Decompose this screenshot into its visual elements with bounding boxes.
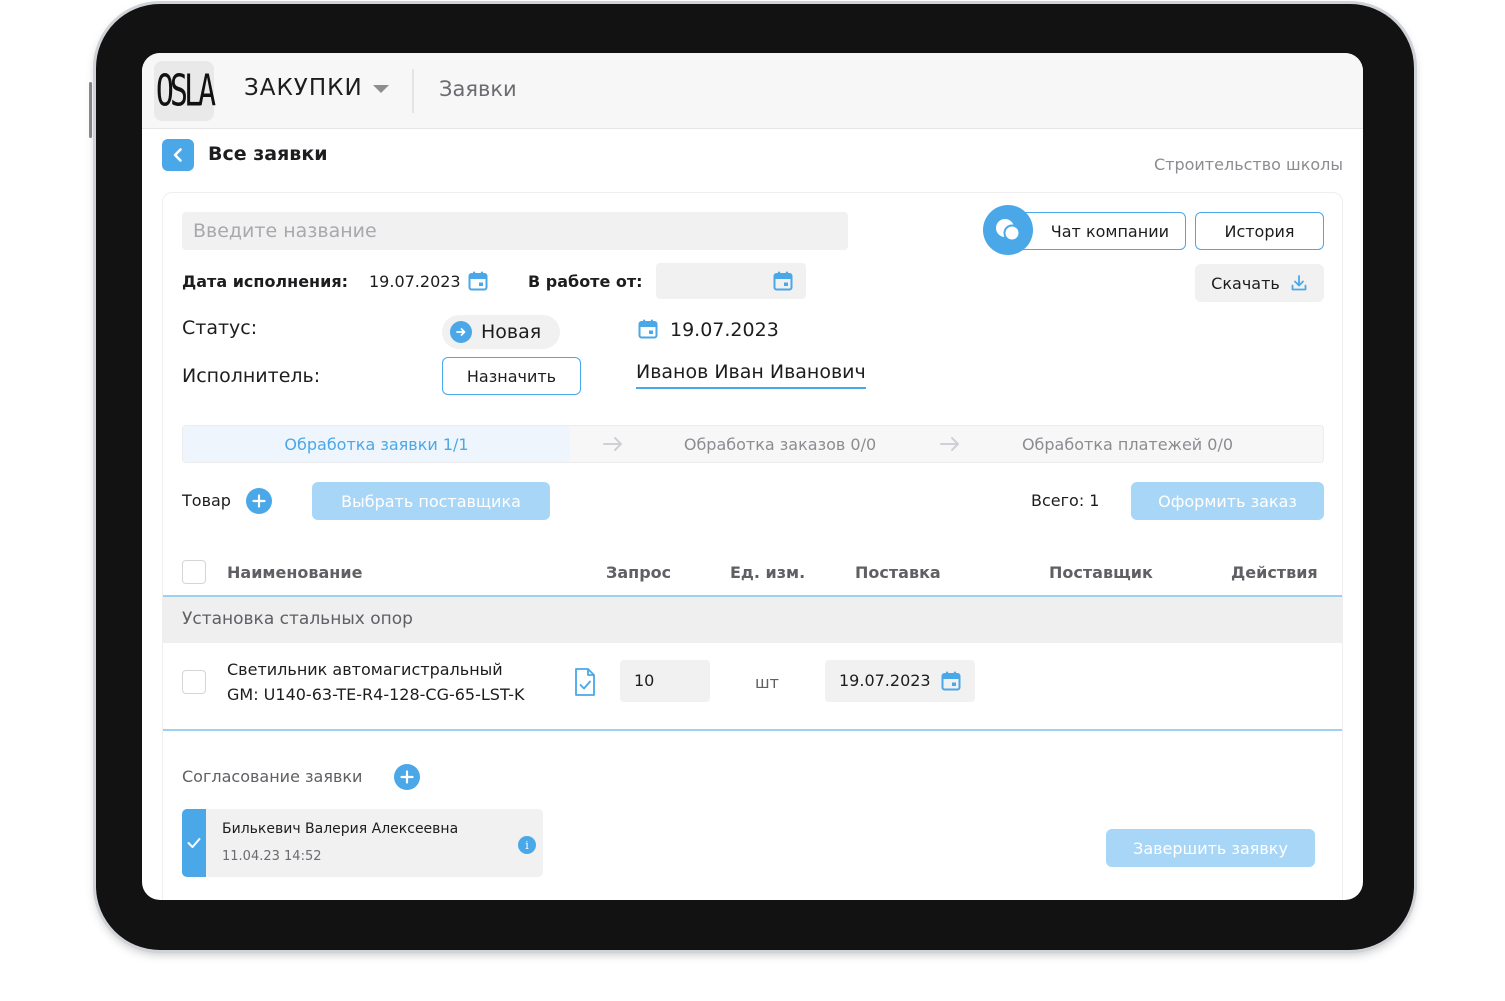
- approver-card[interactable]: Билькевич Валерия Алексеевна 11.04.23 14…: [182, 809, 543, 877]
- arrow-right-icon: [940, 437, 959, 451]
- assign-button[interactable]: Назначить: [442, 357, 581, 395]
- group-label: Установка стальных опор: [182, 609, 413, 629]
- history-button[interactable]: История: [1195, 212, 1324, 250]
- status-value: Новая: [481, 321, 542, 343]
- product-label: Товар: [182, 491, 231, 510]
- download-icon: [1291, 275, 1307, 291]
- item-name-line2: GM: U140-63-TE-R4-128-CG-65-LST-K: [227, 685, 525, 704]
- column-actions: Действия: [1231, 563, 1318, 582]
- app-screen: OSLA ЗАКУПКИ Заявки Все заявки Строитель…: [142, 53, 1363, 900]
- company-chat-button[interactable]: Чат компании: [1008, 212, 1186, 250]
- in-work-label: В работе от:: [528, 272, 643, 291]
- approver-name: Билькевич Валерия Алексеевна: [222, 821, 459, 837]
- unit-value: шт: [755, 673, 779, 692]
- delivery-date-value: 19.07.2023: [839, 671, 931, 690]
- calendar-icon[interactable]: [940, 670, 962, 692]
- table-row: Светильник автомагистральный GM: U140-63…: [163, 643, 1342, 731]
- chat-icon[interactable]: [983, 205, 1033, 255]
- request-card: Чат компании История Скачать Дата исполн…: [162, 192, 1343, 900]
- due-date-label: Дата исполнения:: [182, 272, 348, 291]
- download-button[interactable]: Скачать: [1195, 264, 1324, 302]
- status-badge[interactable]: Новая: [442, 315, 560, 349]
- arrow-right-icon: [603, 437, 622, 451]
- page-title: Все заявки: [208, 143, 328, 165]
- document-check-icon[interactable]: [573, 667, 597, 697]
- in-work-date-field[interactable]: [656, 263, 806, 299]
- module-label: ЗАКУПКИ: [244, 75, 363, 101]
- download-label: Скачать: [1211, 273, 1280, 293]
- caret-down-icon: [372, 85, 389, 93]
- quantity-field[interactable]: 10: [620, 660, 710, 702]
- status-date: 19.07.2023: [670, 319, 779, 341]
- tablet-side-button: [89, 82, 92, 138]
- approval-label: Согласование заявки: [182, 767, 363, 786]
- calendar-icon: [638, 319, 658, 339]
- module-dropdown[interactable]: ЗАКУПКИ: [244, 75, 389, 101]
- info-icon[interactable]: i: [518, 836, 536, 854]
- back-button[interactable]: [162, 139, 194, 171]
- header-divider: [412, 69, 414, 113]
- chat-bubbles-icon: [996, 219, 1021, 242]
- item-name-line1: Светильник автомагистральный: [227, 660, 503, 679]
- add-approver-icon[interactable]: [394, 764, 420, 790]
- due-date-value: 19.07.2023: [369, 272, 461, 291]
- place-order-button[interactable]: Оформить заказ: [1131, 482, 1324, 520]
- executor-label: Исполнитель:: [182, 365, 321, 387]
- calendar-icon[interactable]: [772, 270, 794, 292]
- approver-time: 11.04.23 14:52: [222, 849, 322, 864]
- project-name: Строительство школы: [1153, 155, 1343, 174]
- table-header: Наименование Запрос Ед. изм. Поставка По…: [163, 551, 1342, 597]
- app-logo[interactable]: OSLA: [154, 61, 216, 121]
- step-request-processing[interactable]: Обработка заявки 1/1: [183, 426, 570, 462]
- table-group-row: Установка стальных опор: [163, 597, 1342, 643]
- request-name-input[interactable]: [182, 212, 848, 250]
- column-unit: Ед. изм.: [730, 563, 806, 582]
- calendar-icon[interactable]: [467, 270, 489, 292]
- row-checkbox[interactable]: [182, 670, 206, 694]
- status-label: Статус:: [182, 317, 258, 339]
- executor-name[interactable]: Иванов Иван Иванович: [636, 361, 866, 389]
- step-orders-processing[interactable]: Обработка заказов 0/0: [630, 426, 930, 462]
- choose-supplier-button[interactable]: Выбрать поставщика: [312, 482, 550, 520]
- select-all-checkbox[interactable]: [182, 560, 206, 584]
- section-title: Заявки: [439, 77, 517, 101]
- process-steps: Обработка заявки 1/1 Обработка заказов 0…: [182, 425, 1324, 463]
- total-count: Всего: 1: [1031, 491, 1100, 510]
- item-name: Светильник автомагистральный GM: U140-63…: [227, 657, 567, 707]
- step-payments-processing[interactable]: Обработка платежей 0/0: [975, 426, 1280, 462]
- chevron-left-icon: [173, 148, 182, 162]
- delivery-date-field[interactable]: 19.07.2023: [825, 660, 975, 702]
- column-delivery: Поставка: [855, 563, 941, 582]
- column-name: Наименование: [227, 563, 363, 582]
- arrow-right-icon: [450, 321, 472, 343]
- top-header: OSLA ЗАКУПКИ Заявки: [142, 53, 1363, 129]
- add-product-icon[interactable]: [246, 488, 272, 514]
- check-icon: [182, 809, 206, 877]
- finish-request-button[interactable]: Завершить заявку: [1106, 829, 1315, 867]
- column-supplier: Поставщик: [1049, 563, 1153, 582]
- logo-text: OSLA: [155, 65, 216, 117]
- column-request: Запрос: [606, 563, 672, 582]
